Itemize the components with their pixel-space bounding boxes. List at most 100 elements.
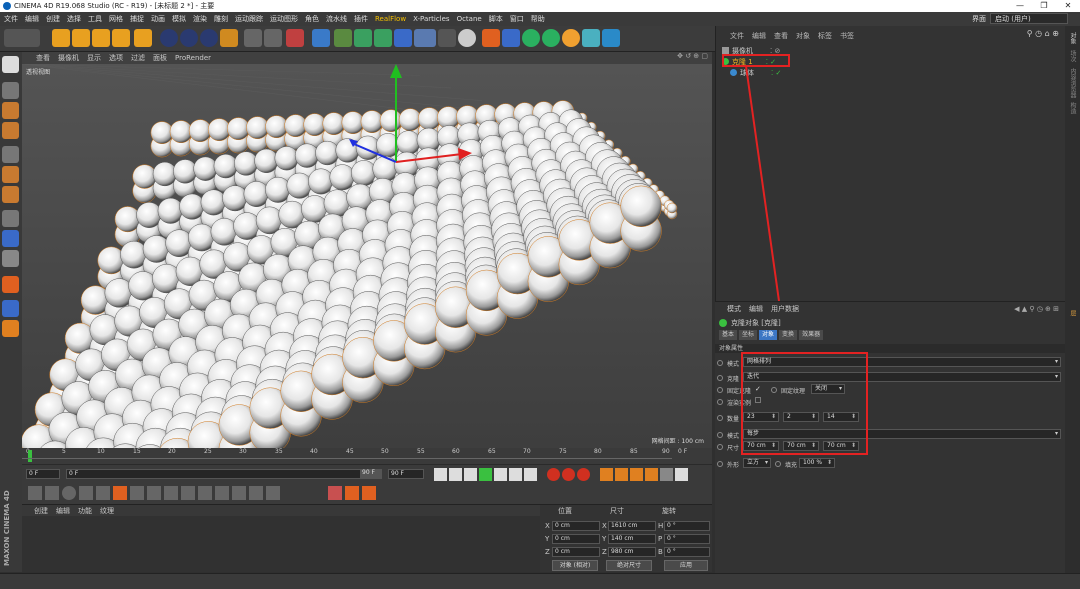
menu-file[interactable]: 文件 bbox=[4, 14, 18, 24]
mat-menu-edit[interactable]: 编辑 bbox=[56, 506, 70, 516]
points-mode-icon[interactable] bbox=[2, 146, 19, 163]
prev-key-icon[interactable] bbox=[449, 468, 462, 481]
render-picture-viewer-icon[interactable] bbox=[264, 29, 282, 47]
snap-icon[interactable] bbox=[2, 250, 19, 267]
tab-effectors[interactable]: 效果器 bbox=[799, 330, 824, 340]
tab-object[interactable]: 对象 bbox=[759, 330, 778, 340]
layout-dropdown[interactable]: 启动 (用户) bbox=[990, 13, 1068, 24]
menu-mograph[interactable]: 运动图形 bbox=[270, 14, 298, 24]
camera-icon[interactable] bbox=[438, 29, 456, 47]
subdivision-surface-icon[interactable] bbox=[354, 29, 372, 47]
prev-frame-icon[interactable] bbox=[464, 468, 477, 481]
menu-help[interactable]: 帮助 bbox=[531, 14, 545, 24]
cloner-icon[interactable] bbox=[374, 29, 392, 47]
render-settings-icon[interactable] bbox=[286, 29, 304, 47]
tab-basic[interactable]: 基本 bbox=[719, 330, 738, 340]
animate-dot[interactable] bbox=[717, 375, 723, 381]
mat-menu-function[interactable]: 功能 bbox=[78, 506, 92, 516]
edges-mode-icon[interactable] bbox=[2, 166, 19, 183]
select-tool-icon[interactable] bbox=[52, 29, 70, 47]
realflow-emitter-icon[interactable] bbox=[482, 29, 500, 47]
maximize-button[interactable]: ❐ bbox=[1032, 0, 1056, 12]
realflow-mesh-icon[interactable] bbox=[542, 29, 560, 47]
perspective-viewport[interactable]: 透视视图 网格间距 : 100 cm bbox=[22, 64, 712, 448]
workplane-icon[interactable] bbox=[2, 320, 19, 337]
cube-primitive-icon[interactable] bbox=[312, 29, 330, 47]
rot-p-field[interactable]: 0 ° bbox=[664, 534, 710, 544]
pos-y-field[interactable]: 0 cm bbox=[552, 534, 600, 544]
lock-workplane-icon[interactable] bbox=[2, 276, 19, 293]
model-mode-icon[interactable] bbox=[2, 82, 19, 99]
axis-mode-icon[interactable] bbox=[2, 210, 19, 227]
instance-icon[interactable] bbox=[215, 486, 229, 500]
current-frame-field[interactable]: 0 F bbox=[26, 469, 60, 479]
side-tab-layers[interactable]: 层 bbox=[1068, 310, 1077, 316]
scale-tool-icon[interactable] bbox=[92, 29, 110, 47]
animate-dot[interactable] bbox=[775, 461, 781, 467]
coord-mode-dropdown[interactable]: 对象 (相对) bbox=[552, 560, 598, 571]
menu-simulate[interactable]: 模拟 bbox=[172, 14, 186, 24]
size-y-field[interactable]: 140 cm bbox=[608, 534, 656, 544]
timeline-menu-icon[interactable] bbox=[675, 468, 688, 481]
make-editable-icon[interactable] bbox=[2, 56, 19, 73]
texture-mode-icon[interactable] bbox=[2, 102, 19, 119]
undo-redo-icon[interactable] bbox=[4, 29, 40, 47]
vp-menu-options[interactable]: 选项 bbox=[109, 53, 123, 63]
realflow-scene-icon[interactable] bbox=[602, 29, 620, 47]
menu-sculpt[interactable]: 雕刻 bbox=[214, 14, 228, 24]
animate-dot[interactable] bbox=[717, 399, 723, 405]
light-icon[interactable] bbox=[458, 29, 476, 47]
tab-transform[interactable]: 变换 bbox=[779, 330, 798, 340]
menu-plugins[interactable]: 插件 bbox=[354, 14, 368, 24]
vp-menu-filter[interactable]: 过滤 bbox=[131, 53, 145, 63]
menu-octane[interactable]: Octane bbox=[457, 15, 482, 23]
size-x-field[interactable]: 1610 cm bbox=[608, 521, 656, 531]
goto-end-icon[interactable] bbox=[524, 468, 537, 481]
array-icon[interactable] bbox=[198, 486, 212, 500]
animate-dot[interactable] bbox=[717, 461, 723, 467]
attr-menu-userdata[interactable]: 用户数据 bbox=[771, 304, 799, 314]
x-axis-lock-icon[interactable] bbox=[160, 29, 178, 47]
play-icon[interactable] bbox=[479, 468, 492, 481]
vp-menu-cameras[interactable]: 摄像机 bbox=[58, 53, 79, 63]
coord-size-dropdown[interactable]: 绝对尺寸 bbox=[606, 560, 652, 571]
menu-x-particles[interactable]: X-Particles bbox=[413, 15, 449, 23]
render-region-icon[interactable] bbox=[328, 486, 342, 500]
animate-dot[interactable] bbox=[717, 415, 723, 421]
max-frame-field[interactable]: 90 F bbox=[388, 469, 424, 479]
attr-nav-icons[interactable]: ◀ ▲ ⚲ ◷ ⊕ ⊞ bbox=[1014, 305, 1059, 313]
floor-icon[interactable] bbox=[414, 29, 436, 47]
animate-dot[interactable] bbox=[717, 360, 723, 366]
side-tab-content-browser[interactable]: 内容浏览器 bbox=[1068, 68, 1077, 98]
metaball-icon[interactable] bbox=[249, 486, 263, 500]
attr-menu-edit[interactable]: 编辑 bbox=[749, 304, 763, 314]
fill-field[interactable]: 100 % bbox=[799, 458, 835, 468]
menu-select[interactable]: 选择 bbox=[67, 14, 81, 24]
menu-realflow[interactable]: RealFlow bbox=[375, 15, 406, 23]
coordinate-system-icon[interactable] bbox=[220, 29, 238, 47]
close-button[interactable]: ✕ bbox=[1056, 0, 1080, 12]
symmetry-icon[interactable] bbox=[181, 486, 195, 500]
keyframe-selection-icon[interactable] bbox=[577, 468, 590, 481]
spline-icon[interactable] bbox=[79, 486, 93, 500]
add-tool-icon[interactable] bbox=[134, 29, 152, 47]
key-rotation-icon[interactable] bbox=[630, 468, 643, 481]
realflow-daemon-icon[interactable] bbox=[522, 29, 540, 47]
rot-b-field[interactable]: 0 ° bbox=[664, 547, 710, 557]
record-icon[interactable] bbox=[547, 468, 560, 481]
realflow-tool-a-icon[interactable] bbox=[345, 486, 359, 500]
menu-create[interactable]: 创建 bbox=[46, 14, 60, 24]
vp-menu-display[interactable]: 显示 bbox=[87, 53, 101, 63]
side-tab-structure[interactable]: 构造 bbox=[1068, 102, 1077, 114]
animate-dot[interactable] bbox=[717, 432, 723, 438]
loft-icon[interactable] bbox=[164, 486, 178, 500]
spline-pen-icon[interactable] bbox=[334, 29, 352, 47]
deformer-icon[interactable] bbox=[394, 29, 412, 47]
next-key-icon[interactable] bbox=[509, 468, 522, 481]
rot-h-field[interactable]: 0 ° bbox=[664, 521, 710, 531]
realflow-settings-icon[interactable] bbox=[562, 29, 580, 47]
realflow-cache-icon[interactable] bbox=[582, 29, 600, 47]
side-tab-objects[interactable]: 对象 bbox=[1068, 32, 1077, 44]
key-parameter-icon[interactable] bbox=[645, 468, 658, 481]
mat-menu-texture[interactable]: 纹理 bbox=[100, 506, 114, 516]
